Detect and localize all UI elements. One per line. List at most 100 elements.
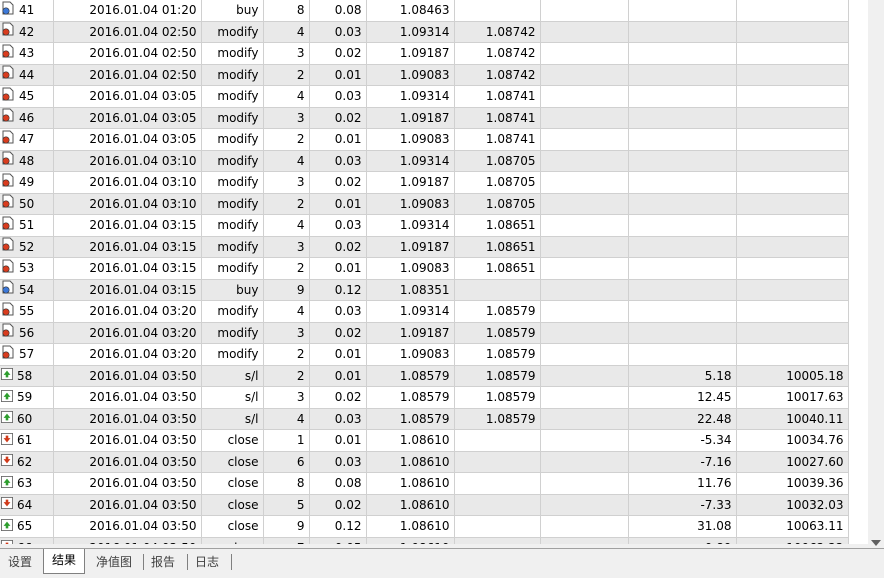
tp-cell: [540, 85, 629, 108]
table-row[interactable]: 60 2016.01.04 03:50 s/l 4 0.03 1.08579 1.08579…: [0, 408, 849, 430]
order-cell: 2: [263, 365, 310, 387]
tp-cell: [540, 365, 629, 387]
row-number: 48: [19, 153, 35, 168]
table-row[interactable]: 56 2016.01.04 03:20 modify 3 0.02 1.09187 1.08…: [0, 322, 849, 344]
price-cell: 1.09083: [366, 343, 455, 366]
table-row[interactable]: 44 2016.01.04 02:50 modify 2 0.01 1.09083 1.08…: [0, 64, 849, 86]
table-row[interactable]: 65 2016.01.04 03:50 close 9 0.12 1.08610 31.08…: [0, 515, 849, 538]
table-row[interactable]: 64 2016.01.04 03:50 close 5 0.02 1.08610 -7.33…: [0, 494, 849, 516]
sl-cell: 1.08741: [454, 128, 541, 151]
type-cell: s/l: [201, 408, 264, 430]
order-cell: 3: [263, 42, 310, 65]
profit-cell: [628, 150, 737, 172]
size-cell: 0.02: [309, 322, 367, 344]
size-cell: 0.08: [309, 472, 367, 495]
size-cell: 0.03: [309, 85, 367, 108]
buy-icon: [1, 280, 15, 300]
order-cell: 4: [263, 214, 310, 237]
table-row[interactable]: 50 2016.01.04 03:10 modify 2 0.01 1.09083 1.08…: [0, 193, 849, 215]
type-cell: modify: [201, 322, 264, 344]
table-row[interactable]: 54 2016.01.04 03:15 buy 9 0.12 1.08351: [0, 279, 849, 301]
tp-cell: [540, 21, 629, 43]
table-row[interactable]: 52 2016.01.04 03:15 modify 3 0.02 1.09187 1.08…: [0, 236, 849, 258]
table-row[interactable]: 49 2016.01.04 03:10 modify 3 0.02 1.09187 1.08…: [0, 171, 849, 194]
row-number: 51: [19, 218, 35, 232]
results-grid: 41 2016.01.04 01:20 buy 8 0.08 1.08463 42 2016.…: [0, 0, 868, 544]
table-row[interactable]: 41 2016.01.04 01:20 buy 8 0.08 1.08463: [0, 0, 849, 22]
row-number-cell: 47: [0, 128, 54, 151]
size-cell: 0.05: [309, 537, 367, 544]
row-number: 56: [19, 325, 35, 340]
time-cell: 2016.01.04 03:50: [53, 537, 202, 544]
scroll-down-arrow-icon[interactable]: [871, 540, 881, 546]
order-cell: 9: [263, 279, 310, 301]
type-cell: modify: [201, 257, 264, 280]
price-cell: 1.09083: [366, 64, 455, 86]
type-cell: close: [201, 537, 264, 544]
tab-settings[interactable]: 设置: [0, 551, 40, 573]
table-row[interactable]: 58 2016.01.04 03:50 s/l 2 0.01 1.08579 1.08579…: [0, 365, 849, 387]
order-cell: 9: [263, 515, 310, 538]
tab-journal[interactable]: 日志: [187, 551, 227, 573]
sl-cell: [454, 429, 541, 452]
table-row[interactable]: 46 2016.01.04 03:05 modify 3 0.02 1.09187 1.08…: [0, 107, 849, 129]
tab-results[interactable]: 结果: [43, 549, 86, 574]
table-row[interactable]: 55 2016.01.04 03:20 modify 4 0.03 1.09314 1.08…: [0, 300, 849, 323]
table-row[interactable]: 62 2016.01.04 03:50 close 6 0.03 1.08610 -7.16…: [0, 451, 849, 473]
type-cell: s/l: [201, 365, 264, 387]
balance-cell: 10032.03: [736, 494, 849, 516]
table-row[interactable]: 48 2016.01.04 03:10 modify 4 0.03 1.09314 1.08…: [0, 150, 849, 172]
table-row[interactable]: 57 2016.01.04 03:20 modify 2 0.01 1.09083 1.08…: [0, 343, 849, 366]
table-row[interactable]: 43 2016.01.04 02:50 modify 3 0.02 1.09187 1.08…: [0, 42, 849, 65]
table-row[interactable]: 63 2016.01.04 03:50 close 8 0.08 1.08610 11.76…: [0, 472, 849, 495]
table-row[interactable]: 61 2016.01.04 03:50 close 1 0.01 1.08610 -5.34…: [0, 429, 849, 452]
type-cell: buy: [201, 0, 264, 22]
order-cell: 4: [263, 21, 310, 43]
time-cell: 2016.01.04 02:50: [53, 42, 202, 65]
profit-cell: 5.18: [628, 365, 737, 387]
loss-down-icon: [1, 538, 13, 544]
tp-cell: [540, 0, 629, 22]
tab-report[interactable]: 报告: [143, 551, 183, 573]
row-number-cell: 62: [0, 451, 54, 473]
time-cell: 2016.01.04 03:15: [53, 236, 202, 258]
profit-cell: [628, 257, 737, 280]
row-number-cell: 46: [0, 107, 54, 129]
table-row[interactable]: 53 2016.01.04 03:15 modify 2 0.01 1.09083 1.08…: [0, 257, 849, 280]
order-cell: 1: [263, 429, 310, 452]
modify-icon: [1, 345, 15, 365]
table-row[interactable]: 47 2016.01.04 03:05 modify 2 0.01 1.09083 1.08…: [0, 128, 849, 151]
price-cell: 1.08610: [366, 515, 455, 538]
table-row[interactable]: 66 2016.01.04 03:50close70.051.08610 -0.89…: [0, 537, 849, 544]
balance-cell: [736, 257, 849, 280]
time-cell: 2016.01.04 03:50: [53, 408, 202, 430]
size-cell: 0.03: [309, 150, 367, 172]
table-row[interactable]: 42 2016.01.04 02:50 modify 4 0.03 1.09314 1.08…: [0, 21, 849, 43]
size-cell: 0.12: [309, 279, 367, 301]
profit-cell: [628, 322, 737, 344]
balance-cell: [736, 214, 849, 237]
tp-cell: [540, 386, 629, 409]
type-cell: s/l: [201, 386, 264, 409]
table-row[interactable]: 45 2016.01.04 03:05 modify 4 0.03 1.09314 1.08…: [0, 85, 849, 108]
tp-cell: [540, 257, 629, 280]
row-number: 50: [19, 196, 35, 211]
order-cell: 3: [263, 107, 310, 129]
order-cell: 2: [263, 64, 310, 86]
row-number: 61: [17, 433, 33, 447]
tab-equity-chart[interactable]: 净值图: [88, 551, 140, 573]
vertical-scrollbar[interactable]: [868, 0, 884, 548]
order-cell: 2: [263, 257, 310, 280]
row-number: 46: [19, 110, 35, 125]
row-number-cell: 44: [0, 64, 54, 86]
table-row[interactable]: 51 2016.01.04 03:15 modify 4 0.03 1.09314 1.08…: [0, 214, 849, 237]
balance-cell: 10034.76: [736, 429, 849, 452]
sl-cell: 1.08742: [454, 42, 541, 65]
row-number-cell: 53: [0, 257, 54, 280]
time-cell: 2016.01.04 03:15: [53, 279, 202, 301]
results-table-body: 41 2016.01.04 01:20 buy 8 0.08 1.08463 42 2016.…: [0, 0, 849, 544]
table-row[interactable]: 59 2016.01.04 03:50 s/l 3 0.02 1.08579 1.08579…: [0, 386, 849, 409]
balance-cell: [736, 21, 849, 43]
order-cell: 2: [263, 193, 310, 215]
profit-cell: 31.08: [628, 515, 737, 538]
